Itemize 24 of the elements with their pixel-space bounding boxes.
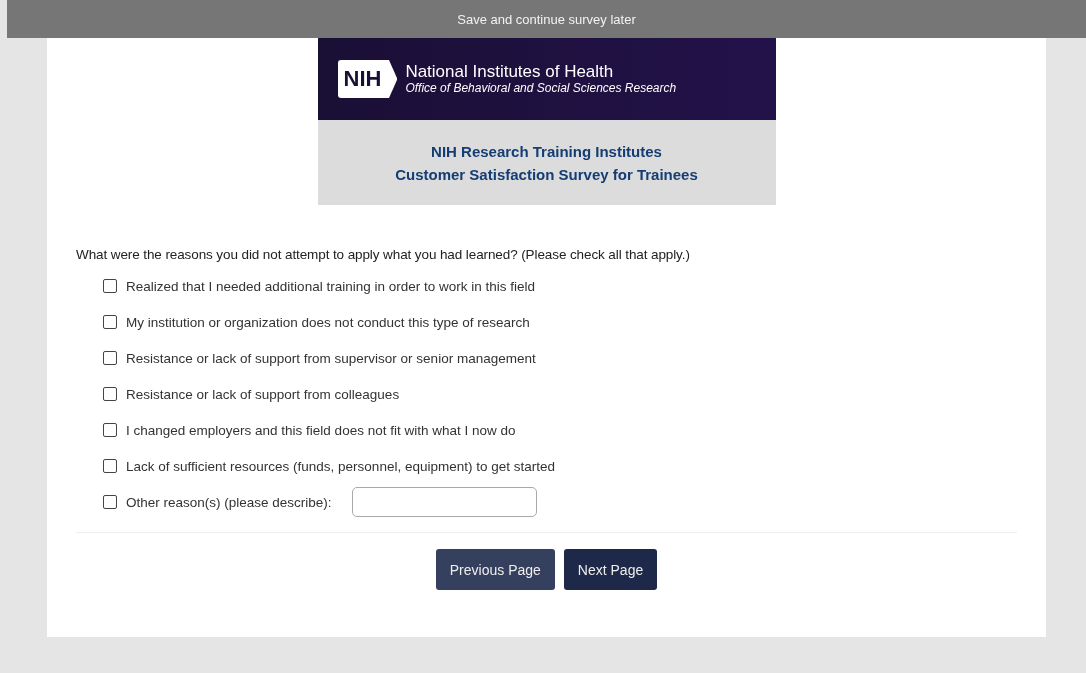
survey-title: NIH Research Training Institutes (431, 142, 662, 160)
option-label: Resistance or lack of support from colleagues (126, 386, 400, 402)
checkbox[interactable] (103, 459, 117, 473)
office-name: Office of Behavioral and Social Sciences Research (405, 81, 677, 95)
option-label: Realized that I needed additional training in order to work in this field (126, 278, 535, 294)
option-label: My institution or organization does not conduct this type of research (126, 314, 530, 330)
survey-title: Customer Satisfaction Survey for Trainees (395, 165, 698, 183)
checkbox[interactable] (103, 315, 117, 329)
input-field[interactable] (351, 487, 537, 517)
checkbox[interactable] (103, 279, 117, 293)
organization-name: National Institutes of Health (405, 63, 615, 81)
option-label: Other reason(s) (please describe): (126, 494, 332, 510)
next-page-button[interactable]: Next Page (563, 549, 658, 590)
checkbox[interactable] (103, 387, 117, 401)
question-text: What were the reasons you did not attempt to apply what you had learned? (Please check all that apply.) (76, 247, 691, 262)
option-label: Resistance or lack of support from supervisor or senior management (126, 350, 536, 366)
option-label: I changed employers and this field does not fit with what I now do (126, 422, 516, 438)
checkbox[interactable] (103, 495, 117, 509)
checkbox[interactable] (103, 351, 117, 365)
save-survey-bar[interactable]: Save and continue survey later (7, 0, 1086, 38)
previous-page-button[interactable]: Previous Page (435, 549, 555, 590)
logo-badge: NIH (337, 60, 398, 98)
option-label: Lack of sufficient resources (funds, personnel, equipment) to get started (126, 458, 555, 474)
checkbox[interactable] (103, 423, 117, 437)
